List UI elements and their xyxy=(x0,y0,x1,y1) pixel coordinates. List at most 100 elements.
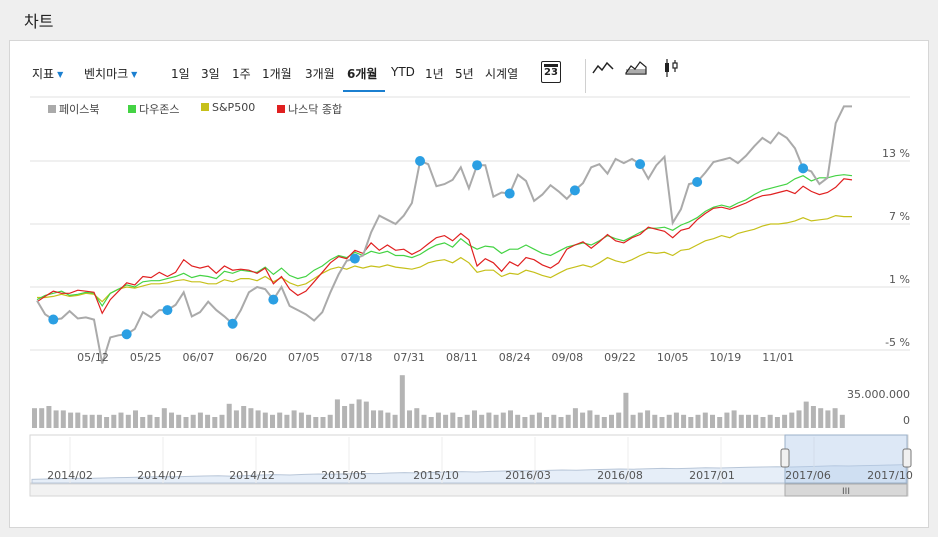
event-marker xyxy=(798,163,809,174)
volume-bar xyxy=(702,412,708,428)
x-tick-label: 05/12 xyxy=(77,351,109,364)
volume-bar xyxy=(32,408,37,428)
x-tick-label: 09/08 xyxy=(551,351,584,364)
volume-bar xyxy=(356,399,362,428)
volume-bar xyxy=(688,417,694,428)
navigator-scrollbar[interactable] xyxy=(29,483,909,497)
event-marker xyxy=(692,177,703,187)
volume-bar xyxy=(68,412,74,428)
volume-bar xyxy=(803,401,809,428)
event-marker xyxy=(472,160,483,171)
volume-bar xyxy=(609,414,614,428)
volume-bar xyxy=(169,412,174,428)
navigator-handle-right[interactable] xyxy=(902,448,912,468)
volume-bar xyxy=(428,417,434,428)
volume-bar xyxy=(183,417,189,428)
volume-bar xyxy=(277,412,283,428)
volume-bar xyxy=(414,408,420,428)
x-tick-label: 09/22 xyxy=(604,351,636,364)
volume-bar xyxy=(472,410,477,428)
volume-bar xyxy=(363,401,369,428)
volume-bar xyxy=(104,417,110,428)
volume-bar xyxy=(53,410,59,428)
volume-bar xyxy=(96,414,102,428)
volume-bar xyxy=(594,414,600,428)
volume-bar xyxy=(435,412,441,428)
volume-max-label: 35.000.000 xyxy=(847,388,910,401)
event-marker xyxy=(569,185,580,196)
volume-bar xyxy=(717,417,723,428)
volume-bar xyxy=(616,412,622,428)
event-marker xyxy=(635,159,646,170)
volume-bar xyxy=(789,412,795,428)
volume-bar xyxy=(464,414,470,428)
page-title: 차트 xyxy=(24,12,54,31)
y-tick-label: -5 % xyxy=(885,336,910,349)
x-tick-label: 05/25 xyxy=(129,351,162,364)
volume-bar xyxy=(544,417,550,428)
navigator-label: 2014/02 xyxy=(47,469,93,482)
x-tick-label: 06/07 xyxy=(182,351,215,364)
x-tick-label: 07/18 xyxy=(340,351,373,364)
volume-bar xyxy=(371,410,376,428)
volume-bar xyxy=(832,408,838,428)
volume-bar xyxy=(529,414,535,428)
y-tick-label: 7 % xyxy=(889,210,910,223)
volume-bar xyxy=(306,414,312,428)
volume-bar xyxy=(746,414,751,428)
x-tick-label: 07/31 xyxy=(393,351,426,364)
x-tick-label: 06/20 xyxy=(235,351,267,364)
event-marker xyxy=(415,156,426,166)
volume-bar xyxy=(313,417,319,428)
volume-bar xyxy=(551,414,557,428)
volume-bar xyxy=(565,414,571,428)
volume-bar xyxy=(839,414,845,428)
volume-bar xyxy=(782,414,788,428)
volume-bar xyxy=(630,414,636,428)
volume-bar xyxy=(241,406,247,428)
volume-bar xyxy=(334,399,340,428)
volume-bar xyxy=(248,408,254,428)
volume-bar xyxy=(161,408,167,428)
volume-bar xyxy=(190,414,196,428)
volume-bar xyxy=(392,414,398,428)
volume-bar xyxy=(666,414,672,428)
volume-bar xyxy=(284,414,290,428)
x-tick-label: 10/05 xyxy=(656,351,689,364)
volume-min-label: 0 xyxy=(903,414,910,427)
volume-bar xyxy=(810,406,816,428)
event-marker xyxy=(268,294,279,305)
volume-bar xyxy=(558,417,564,428)
navigator-label: 2016/03 xyxy=(505,469,551,482)
volume-bar xyxy=(796,410,802,428)
volume-bar xyxy=(39,408,45,428)
volume-bar xyxy=(46,406,52,428)
navigator-label: 2017/10 xyxy=(867,469,913,482)
volume-bar xyxy=(724,412,730,428)
volume-bar xyxy=(60,410,66,428)
volume-bar xyxy=(320,417,326,428)
volume-bar xyxy=(82,414,88,428)
volume-bar xyxy=(645,410,651,428)
volume-bar xyxy=(133,410,138,428)
volume-bar xyxy=(587,410,593,428)
volume-bar xyxy=(118,412,124,428)
volume-bar xyxy=(731,410,737,428)
x-tick-label: 11/01 xyxy=(762,351,794,364)
navigator-handle-left[interactable] xyxy=(780,448,790,468)
volume-bar xyxy=(111,414,117,428)
volume-bar xyxy=(681,414,687,428)
volume-bar xyxy=(738,414,744,428)
volume-bar xyxy=(457,417,463,428)
volume-bar xyxy=(291,410,297,428)
volume-bar xyxy=(515,414,521,428)
volume-bar xyxy=(421,414,427,428)
volume-bar xyxy=(522,417,528,428)
event-marker xyxy=(162,305,173,316)
volume-bar xyxy=(125,414,131,428)
volume-bar xyxy=(486,412,492,428)
volume-bar xyxy=(493,414,499,428)
volume-bar xyxy=(774,417,780,428)
volume-bar xyxy=(580,412,586,428)
volume-bar xyxy=(572,408,578,428)
